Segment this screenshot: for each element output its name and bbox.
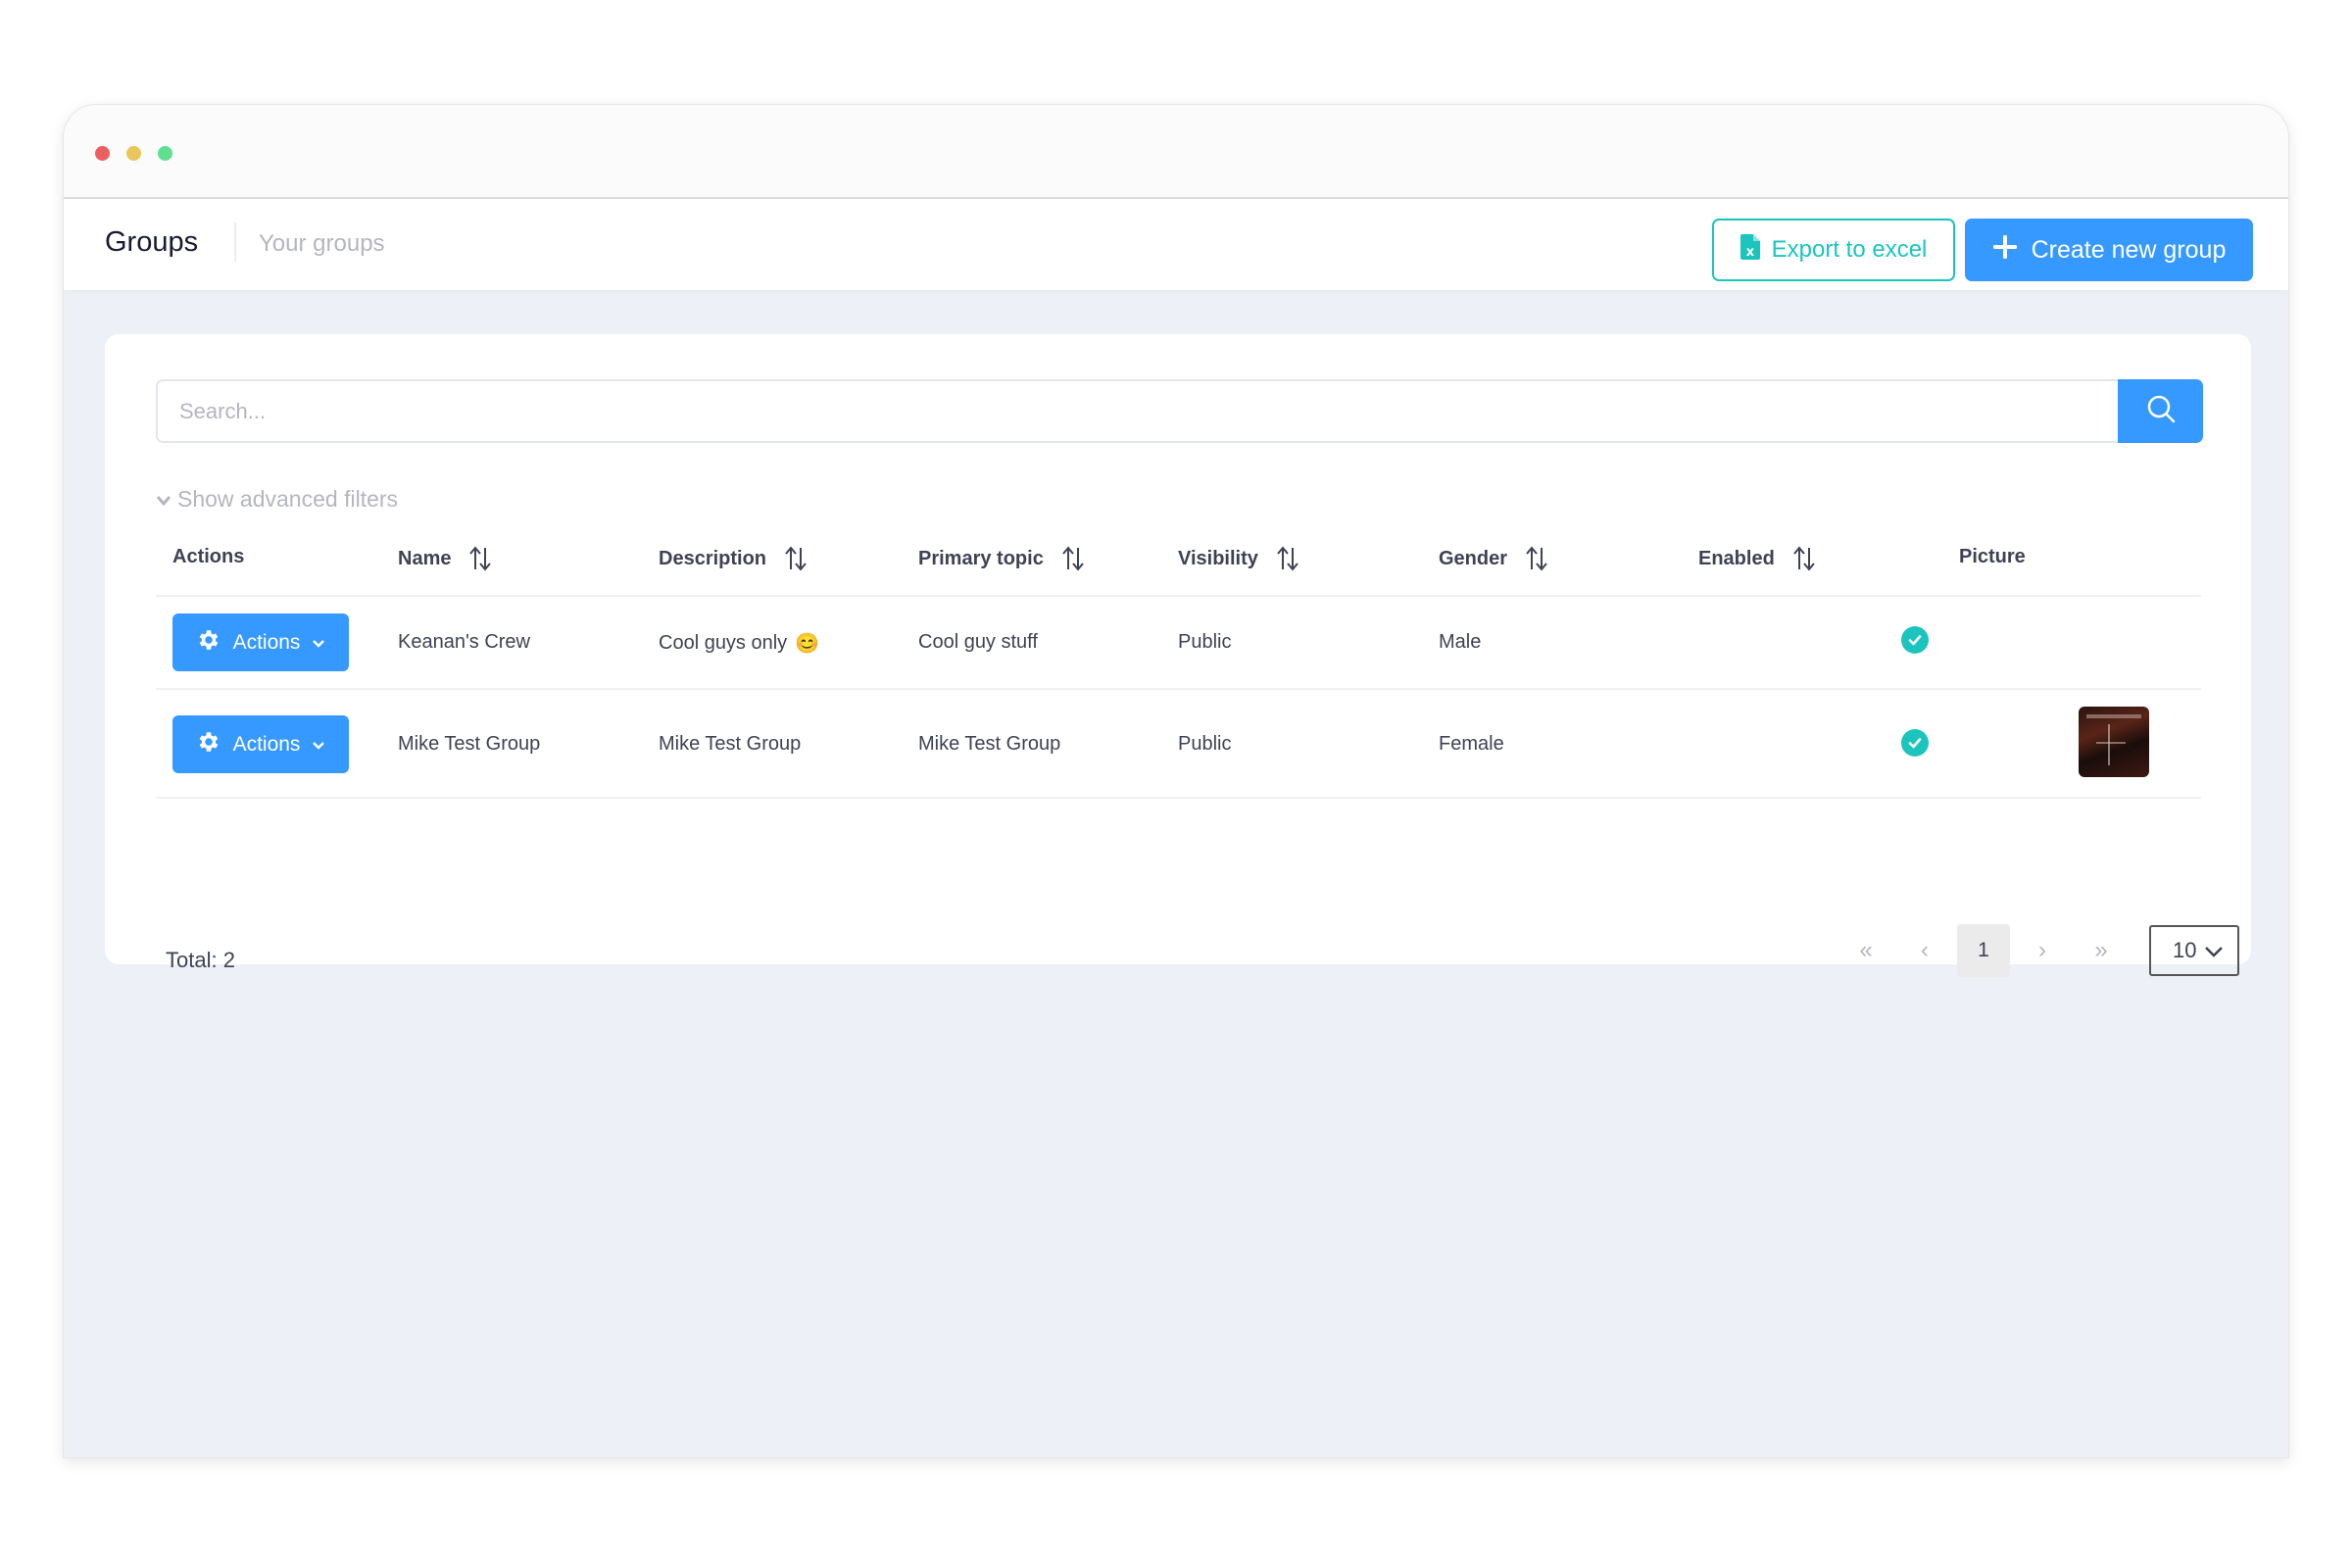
create-label: Create new group: [2031, 235, 2227, 264]
groups-card: Show advanced filters Actions Name Descr…: [105, 334, 2251, 977]
cell-description: Mike Test Group: [659, 733, 802, 755]
group-picture-thumbnail[interactable]: [2079, 707, 2149, 777]
search-input[interactable]: [156, 379, 2120, 443]
excel-file-icon: x: [1740, 233, 1760, 267]
actions-label: Actions: [232, 732, 301, 756]
column-header-actions: Actions: [172, 546, 244, 568]
svg-text:x: x: [1745, 245, 1754, 260]
cell-name: Mike Test Group: [398, 733, 541, 755]
window-maximize-button[interactable]: [158, 146, 172, 161]
search-icon: [2145, 393, 2177, 429]
sort-icon[interactable]: [468, 546, 492, 571]
actions-dropdown-button[interactable]: Actions: [172, 715, 349, 773]
column-label: Picture: [1959, 546, 2026, 567]
cell-primary-topic: Mike Test Group: [918, 733, 1061, 755]
description-text: Cool guys only: [659, 632, 788, 654]
column-label: Primary topic: [918, 547, 1044, 569]
chevron-down-icon: [312, 631, 325, 655]
chevron-down-icon: [312, 733, 325, 757]
table-header: Actions Name Description Primary topic V…: [156, 520, 2201, 597]
filters-label: Show advanced filters: [177, 486, 399, 512]
column-label: Description: [659, 547, 767, 569]
column-header-enabled[interactable]: Enabled: [1698, 546, 1816, 571]
window-titlebar: [64, 105, 2288, 199]
cell-gender: Female: [1439, 733, 1504, 755]
table-row: Actions Mike Test Group Mike Test Group …: [156, 690, 2201, 799]
pagination: « ‹ 1 › » 10: [1839, 924, 2239, 977]
window-minimize-button[interactable]: [126, 146, 141, 161]
column-label: Actions: [172, 546, 245, 567]
page-1-button[interactable]: 1: [1957, 924, 2010, 977]
sort-icon[interactable]: [1276, 546, 1299, 571]
table-row: Actions Keanan's Crew Cool guys only 😊 C…: [156, 597, 2201, 690]
header-divider: [234, 222, 236, 262]
page-size-select[interactable]: 10: [2149, 925, 2239, 976]
sort-icon[interactable]: [1061, 546, 1085, 571]
total-count: Total: 2: [166, 948, 235, 972]
cell-name: Keanan's Crew: [398, 631, 530, 653]
cell-gender: Male: [1439, 631, 1482, 653]
column-label: Enabled: [1698, 547, 1775, 569]
first-page-button[interactable]: «: [1839, 924, 1892, 977]
actions-label: Actions: [232, 630, 301, 654]
sort-icon[interactable]: [1525, 546, 1548, 571]
enabled-check-icon: [1901, 729, 1929, 757]
column-header-primary-topic[interactable]: Primary topic: [918, 546, 1085, 571]
column-label: Name: [398, 547, 452, 569]
cell-description: Cool guys only 😊: [659, 631, 819, 656]
smiley-emoji-icon: 😊: [795, 633, 820, 655]
search-button[interactable]: [2118, 379, 2203, 443]
page-size-value: 10: [2173, 938, 2197, 962]
sort-icon[interactable]: [784, 546, 808, 571]
create-new-group-button[interactable]: Create new group: [1965, 219, 2253, 281]
subheader: Groups Your groups x Export to excel Cre…: [64, 199, 2288, 290]
previous-page-button[interactable]: ‹: [1898, 924, 1951, 977]
browser-window: Groups Your groups x Export to excel Cre…: [63, 104, 2289, 1458]
export-label: Export to excel: [1771, 236, 1928, 263]
column-header-visibility[interactable]: Visibility: [1178, 546, 1299, 571]
cell-visibility: Public: [1178, 631, 1232, 653]
gear-icon: [196, 729, 221, 760]
cell-visibility: Public: [1178, 733, 1232, 755]
chevron-down-icon: [156, 486, 172, 513]
show-advanced-filters-toggle[interactable]: Show advanced filters: [156, 486, 398, 513]
column-label: Visibility: [1178, 547, 1258, 569]
export-to-excel-button[interactable]: x Export to excel: [1712, 219, 1955, 281]
page-subtitle: Your groups: [259, 230, 385, 257]
actions-dropdown-button[interactable]: Actions: [172, 613, 349, 671]
column-header-name[interactable]: Name: [398, 546, 492, 571]
column-label: Gender: [1439, 547, 1508, 569]
page-title: Groups: [105, 226, 199, 258]
last-page-button[interactable]: »: [2075, 924, 2128, 977]
next-page-button[interactable]: ›: [2016, 924, 2069, 977]
window-close-button[interactable]: [95, 146, 110, 161]
search-bar: [156, 379, 2203, 443]
chevron-down-icon: [2204, 938, 2224, 963]
enabled-check-icon: [1901, 626, 1929, 654]
gear-icon: [196, 627, 221, 659]
cell-primary-topic: Cool guy stuff: [918, 631, 1038, 653]
column-header-picture: Picture: [1959, 546, 2026, 568]
sort-icon[interactable]: [1792, 546, 1816, 571]
column-header-description[interactable]: Description: [659, 546, 808, 571]
column-header-gender[interactable]: Gender: [1439, 546, 1548, 571]
groups-table: Actions Name Description Primary topic V…: [156, 520, 2201, 799]
plus-icon: [1992, 234, 2018, 267]
